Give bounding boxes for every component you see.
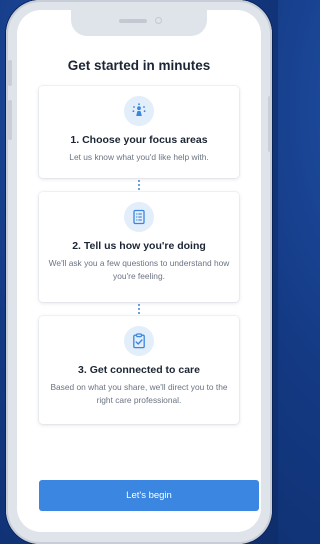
volume-up-button bbox=[8, 60, 12, 86]
lets-begin-button[interactable]: Let's begin bbox=[39, 480, 259, 511]
step-title: 2. Tell us how you're doing bbox=[72, 240, 206, 252]
step-description: Let us know what you'd like help with. bbox=[69, 152, 209, 162]
step-card-questionnaire: 2. Tell us how you're doing We'll ask yo… bbox=[39, 192, 239, 302]
step-card-connect-care: 3. Get connected to care Based on what y… bbox=[39, 316, 239, 424]
focus-areas-icon bbox=[124, 96, 154, 126]
speaker-grille bbox=[119, 19, 147, 23]
step-title: 3. Get connected to care bbox=[78, 364, 200, 376]
phone-frame: Get started in minutes 1. Choose your fo… bbox=[6, 0, 272, 544]
questionnaire-icon bbox=[124, 202, 154, 232]
power-button bbox=[268, 96, 272, 152]
step-connector bbox=[138, 304, 140, 316]
phone-notch bbox=[71, 10, 207, 36]
app-screen: Get started in minutes 1. Choose your fo… bbox=[17, 10, 261, 532]
step-card-focus-areas: 1. Choose your focus areas Let us know w… bbox=[39, 86, 239, 178]
clipboard-check-icon bbox=[124, 326, 154, 356]
step-title: 1. Choose your focus areas bbox=[70, 134, 208, 146]
front-camera bbox=[155, 17, 162, 24]
volume-down-button bbox=[8, 100, 12, 140]
page-title: Get started in minutes bbox=[67, 58, 211, 73]
step-connector bbox=[138, 180, 140, 192]
step-description: Based on what you share, we'll direct yo… bbox=[50, 382, 228, 405]
step-description: We'll ask you a few questions to underst… bbox=[48, 258, 230, 281]
